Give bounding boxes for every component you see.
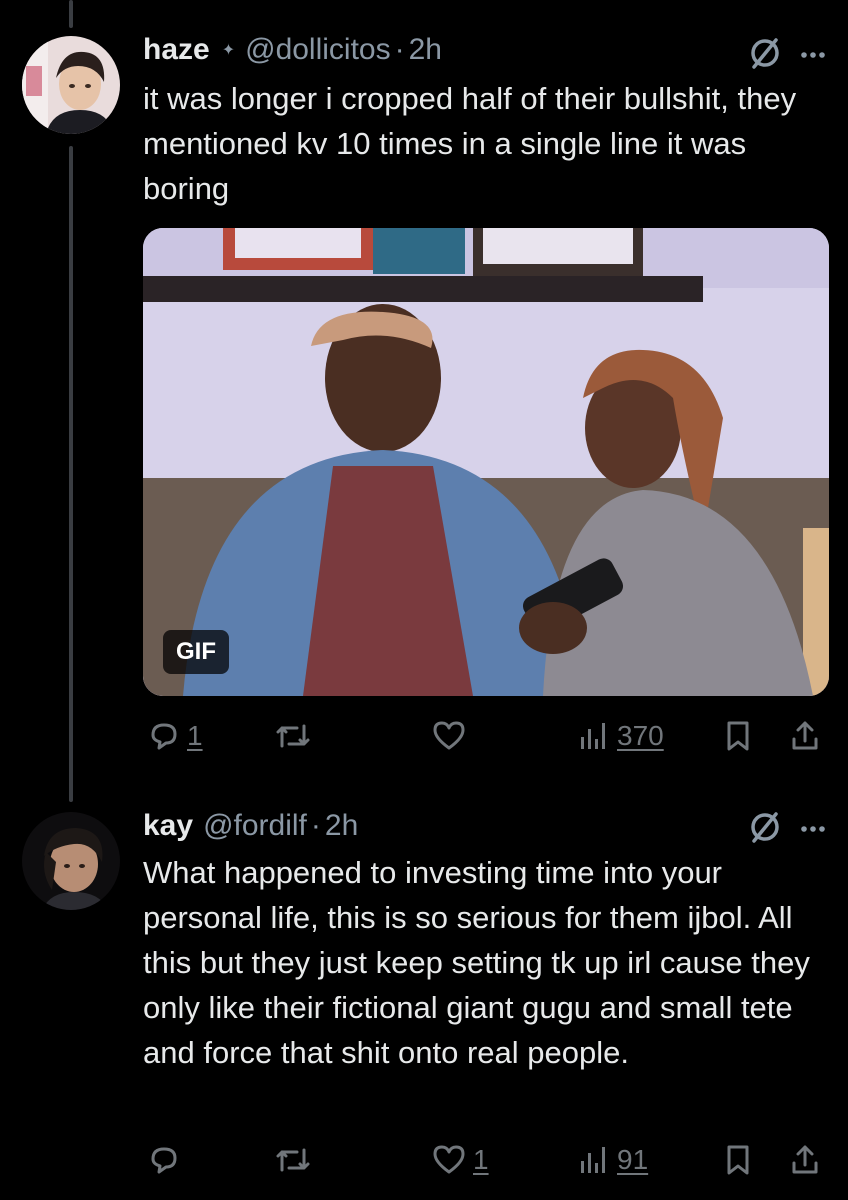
handle[interactable]: @dollicitos — [245, 33, 391, 67]
tweet-media-gif[interactable]: GIF — [143, 228, 829, 696]
tweet-2[interactable]: kay @fordilf · 2h What happened to inves… — [0, 790, 848, 1200]
reply-button[interactable]: 1 — [147, 714, 203, 758]
share-icon — [789, 1143, 821, 1177]
avatar[interactable] — [22, 36, 120, 134]
reply-button[interactable] — [147, 1138, 187, 1182]
hide-icon[interactable] — [746, 808, 784, 851]
avatar-image — [22, 36, 120, 134]
like-icon — [431, 1143, 467, 1177]
share-button[interactable] — [789, 1138, 821, 1182]
like-button[interactable]: 1 — [431, 1138, 489, 1182]
views-icon — [577, 1143, 611, 1177]
views-count: 370 — [617, 720, 664, 751]
avatar-image — [22, 812, 120, 910]
tweet-actions: 1 91 — [143, 1138, 833, 1182]
tweet-top-icons — [746, 808, 826, 851]
tweet-text: What happened to investing time into you… — [143, 855, 810, 1070]
more-icon[interactable] — [800, 47, 826, 65]
tweet-header: kay @fordilf · 2h — [143, 806, 358, 846]
retweet-icon — [273, 719, 313, 753]
avatar[interactable] — [22, 812, 120, 910]
like-count: 1 — [473, 1144, 489, 1175]
views-count: 91 — [617, 1144, 649, 1175]
bookmark-icon — [723, 719, 753, 753]
gif-badge: GIF — [163, 630, 229, 674]
tweet-header: haze ✦ @dollicitos · 2h — [143, 30, 442, 70]
gif-thumbnail — [143, 228, 829, 696]
views-icon — [577, 719, 611, 753]
tweet-text: it was longer i cropped half of their bu… — [143, 81, 797, 206]
more-icon[interactable] — [800, 821, 826, 839]
handle[interactable]: @fordilf — [203, 809, 307, 843]
tweet-1[interactable]: haze ✦ @dollicitos · 2h it was longer i … — [0, 0, 848, 790]
tweet-top-icons — [746, 34, 826, 77]
reply-icon — [147, 1143, 181, 1177]
bookmark-button[interactable] — [723, 714, 753, 758]
reply-icon — [147, 719, 181, 753]
like-button[interactable] — [431, 714, 473, 758]
views-button[interactable]: 91 — [577, 1138, 648, 1182]
separator: · — [394, 33, 405, 66]
retweet-button[interactable] — [273, 1138, 319, 1182]
like-icon — [431, 719, 467, 753]
share-icon — [789, 719, 821, 753]
bookmark-icon — [723, 1143, 753, 1177]
hide-icon[interactable] — [746, 34, 784, 77]
timestamp[interactable]: 2h — [325, 809, 358, 843]
timestamp[interactable]: 2h — [409, 33, 442, 67]
retweet-icon — [273, 1143, 313, 1177]
separator: · — [310, 809, 321, 842]
display-name[interactable]: haze — [143, 33, 210, 67]
display-name[interactable]: kay — [143, 809, 193, 843]
retweet-button[interactable] — [273, 714, 319, 758]
views-button[interactable]: 370 — [577, 714, 664, 758]
bookmark-button[interactable] — [723, 1138, 753, 1182]
badge-icon: ✦ — [221, 42, 236, 59]
reply-count: 1 — [187, 720, 203, 751]
tweet-actions: 1 370 — [143, 714, 833, 758]
share-button[interactable] — [789, 714, 821, 758]
